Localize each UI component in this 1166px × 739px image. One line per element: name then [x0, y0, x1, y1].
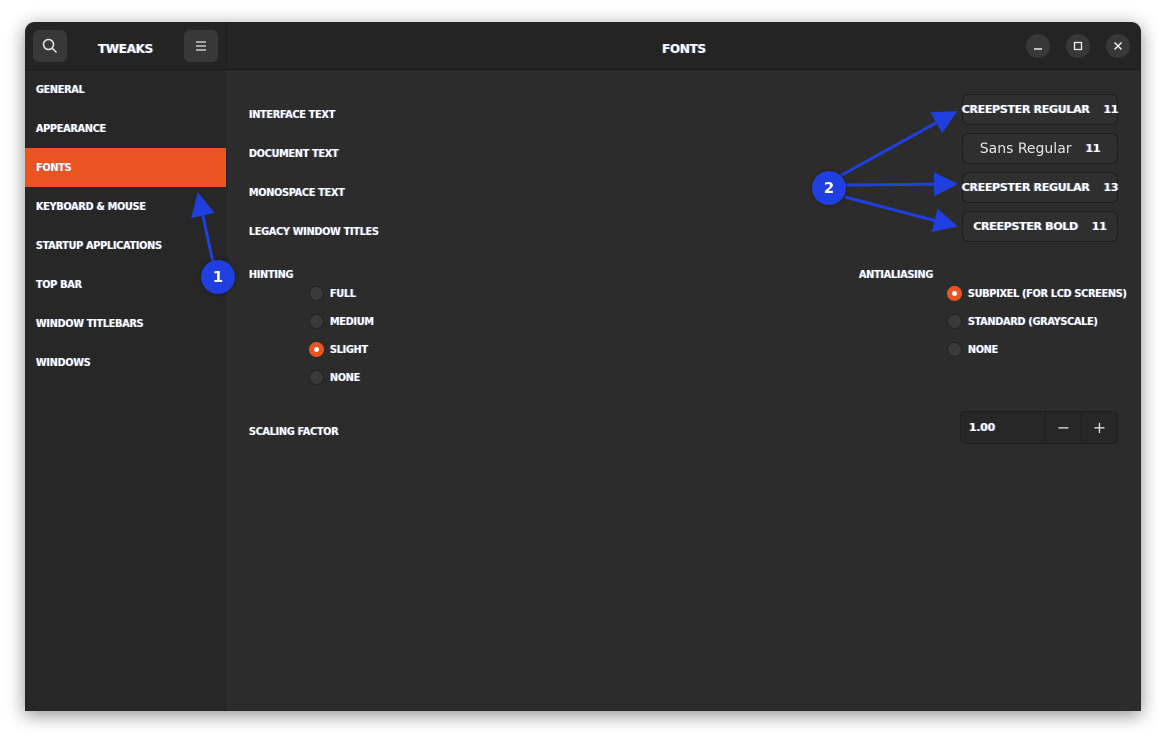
antialiasing-standard-radio[interactable]: Standard (grayscale)	[947, 314, 1115, 329]
maximize-icon	[1073, 41, 1083, 51]
sidebar-item-label: Keyboard & Mouse	[36, 200, 146, 213]
app-title: Tweaks	[97, 42, 154, 56]
radio-indicator	[947, 314, 962, 329]
radio-label: Slight	[330, 343, 368, 356]
font-name: Creepster Bold	[973, 220, 1078, 233]
radio-label: Subpixel (for LCD screens)	[968, 287, 1127, 300]
hamburger-menu-icon	[196, 41, 206, 51]
radio-indicator	[947, 342, 962, 357]
annotation-badge-1: 1	[201, 260, 235, 294]
document-font-button[interactable]: Sans Regular 11	[962, 133, 1118, 164]
sidebar-item-keyboard-mouse[interactable]: Keyboard & Mouse	[25, 187, 226, 226]
font-size: 11	[1091, 220, 1107, 233]
sidebar-item-label: Windows	[36, 356, 91, 369]
hinting-slight-radio[interactable]: Slight	[309, 342, 373, 357]
font-size: 11	[1103, 103, 1119, 116]
hinting-medium-radio[interactable]: Medium	[309, 314, 380, 329]
font-name: Creepster Regular	[961, 103, 1090, 116]
radio-label: Medium	[330, 315, 374, 328]
close-icon	[1113, 41, 1123, 51]
radio-indicator-selected	[947, 286, 962, 301]
monospace-text-label: Monospace Text	[249, 186, 345, 199]
sidebar-item-startup-applications[interactable]: Startup Applications	[25, 226, 226, 265]
plus-icon: +	[1092, 418, 1107, 437]
font-name: Creepster Regular	[961, 181, 1090, 194]
page-title: Fonts	[662, 42, 706, 56]
sidebar-item-general[interactable]: General	[25, 70, 226, 109]
decrement-button[interactable]: −	[1045, 412, 1081, 443]
interface-text-label: Interface Text	[249, 108, 336, 121]
legacy-window-titles-label: Legacy Window Titles	[249, 225, 379, 238]
main-menu-button[interactable]	[184, 30, 218, 62]
radio-label: None	[968, 343, 998, 356]
sidebar-item-windows[interactable]: Windows	[25, 343, 226, 382]
legacy-titles-font-button[interactable]: Creepster Bold 11	[962, 211, 1118, 242]
interface-font-button[interactable]: Creepster Regular 11	[961, 94, 1119, 125]
increment-button[interactable]: +	[1081, 412, 1117, 443]
sidebar-item-label: Startup Applications	[36, 239, 162, 252]
monospace-font-button[interactable]: Creepster Regular 13	[961, 172, 1119, 203]
scaling-factor-spinbutton: 1.00 − +	[960, 411, 1118, 444]
font-name: Sans Regular	[979, 140, 1072, 157]
font-size: 11	[1085, 142, 1101, 155]
minimize-button[interactable]	[1026, 34, 1050, 58]
sidebar-header: Tweaks	[25, 22, 227, 70]
antialiasing-label: Antialiasing	[859, 268, 934, 281]
sidebar-item-label: General	[36, 83, 85, 96]
sidebar-item-label: Appearance	[36, 122, 106, 135]
antialiasing-none-radio[interactable]: None	[947, 342, 1002, 357]
sidebar-item-label: Fonts	[36, 161, 72, 174]
hinting-label: Hinting	[249, 268, 294, 281]
maximize-button[interactable]	[1066, 34, 1090, 58]
minimize-icon	[1034, 48, 1042, 50]
font-size: 13	[1103, 181, 1119, 194]
sidebar-item-window-titlebars[interactable]: Window Titlebars	[25, 304, 226, 343]
radio-label: Standard (grayscale)	[968, 315, 1098, 328]
scaling-factor-input[interactable]: 1.00	[961, 412, 1045, 443]
hinting-none-radio[interactable]: None	[309, 370, 364, 385]
scaling-factor-label: Scaling Factor	[249, 425, 339, 438]
content-header: Fonts	[227, 22, 1141, 70]
hinting-full-radio[interactable]: Full	[309, 286, 359, 301]
sidebar-item-top-bar[interactable]: Top Bar	[25, 265, 226, 304]
sidebar-item-label: Top Bar	[36, 278, 82, 291]
close-button[interactable]	[1106, 34, 1130, 58]
document-text-label: Document Text	[249, 147, 339, 160]
radio-label: None	[330, 371, 360, 384]
radio-label: Full	[330, 287, 356, 300]
sidebar-item-fonts[interactable]: Fonts	[25, 148, 226, 187]
minus-icon: −	[1056, 418, 1071, 437]
antialiasing-subpixel-radio[interactable]: Subpixel (for LCD screens)	[947, 286, 1141, 301]
sidebar: General Appearance Fonts Keyboard & Mous…	[25, 70, 227, 711]
fonts-panel: Interface Text Document Text Monospace T…	[227, 70, 1141, 711]
scaling-value: 1.00	[969, 421, 995, 434]
sidebar-item-appearance[interactable]: Appearance	[25, 109, 226, 148]
radio-indicator	[309, 286, 324, 301]
radio-indicator	[309, 314, 324, 329]
annotation-badge-2: 2	[812, 171, 846, 205]
tweaks-window: Tweaks Fonts General Appearance Fonts Ke…	[25, 22, 1141, 711]
sidebar-item-label: Window Titlebars	[36, 317, 144, 330]
radio-indicator	[309, 370, 324, 385]
radio-indicator-selected	[309, 342, 324, 357]
